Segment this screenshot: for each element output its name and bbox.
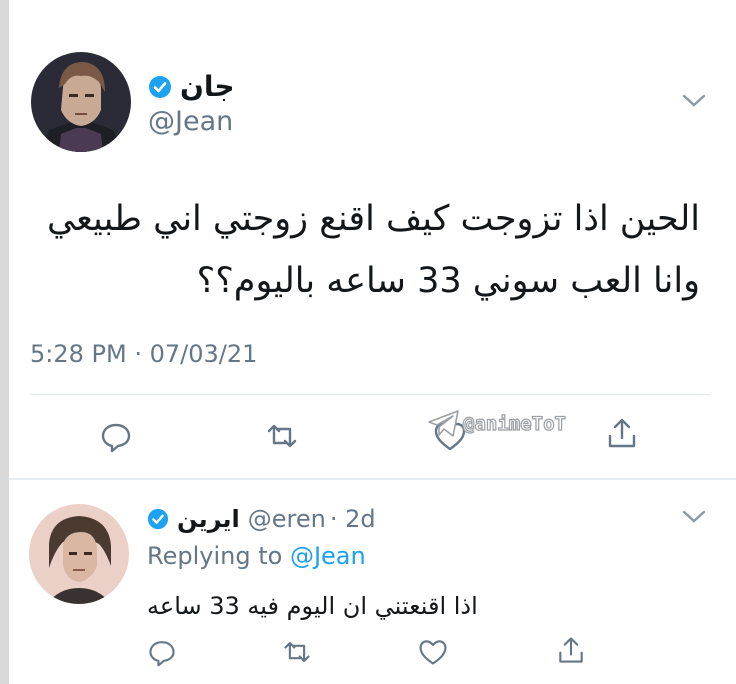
author-handle[interactable]: @Jean (148, 106, 233, 137)
tweet-timestamp[interactable]: 5:28 PM · 07/03/21 (30, 340, 257, 368)
divider (30, 394, 710, 395)
share-icon[interactable] (555, 634, 587, 666)
tweet-text: الحين اذا تزوجت كيف اقنع زوجتي اني طبيعي… (30, 188, 700, 312)
reply-handle[interactable]: @eren (248, 505, 326, 533)
chevron-down-icon[interactable] (681, 508, 707, 526)
tweet-text-line-2: وانا العب سوني 33 ساعه باليوم؟؟ (196, 261, 700, 301)
avatar-jean[interactable] (31, 52, 131, 152)
tweet-text-line-1: الحين اذا تزوجت كيف اقنع زوجتي اني طبيعي (46, 199, 700, 239)
reply-display-name[interactable]: ايرين (177, 505, 240, 533)
avatar-eren[interactable] (29, 504, 129, 604)
chevron-down-icon[interactable] (681, 92, 707, 110)
author-display-name[interactable]: جان (180, 70, 235, 103)
watermark: @animeToT (427, 408, 567, 440)
replying-to-line: Replying to @Jean (147, 542, 366, 570)
replying-to-label: Replying to (147, 542, 290, 570)
author-name-row: جان (148, 70, 235, 103)
watermark-text: @animeToT (462, 412, 566, 435)
telegram-icon (427, 408, 461, 440)
divider (9, 478, 736, 480)
retweet-icon[interactable] (281, 636, 313, 668)
like-icon[interactable] (417, 636, 449, 668)
verified-badge-icon (147, 508, 169, 530)
share-icon[interactable] (604, 415, 640, 451)
reply-author-row: ايرين @eren · 2d (147, 505, 376, 533)
reply-icon[interactable] (98, 418, 134, 454)
reply-icon[interactable] (146, 636, 178, 668)
verified-badge-icon (148, 75, 172, 99)
reply-age: · 2d (329, 505, 376, 533)
reply-text: اذا اقنعتني ان اليوم فيه 33 ساعه (147, 592, 478, 620)
retweet-icon[interactable] (264, 418, 300, 454)
left-edge-strip (0, 0, 9, 684)
replying-to-mention[interactable]: @Jean (290, 542, 366, 570)
